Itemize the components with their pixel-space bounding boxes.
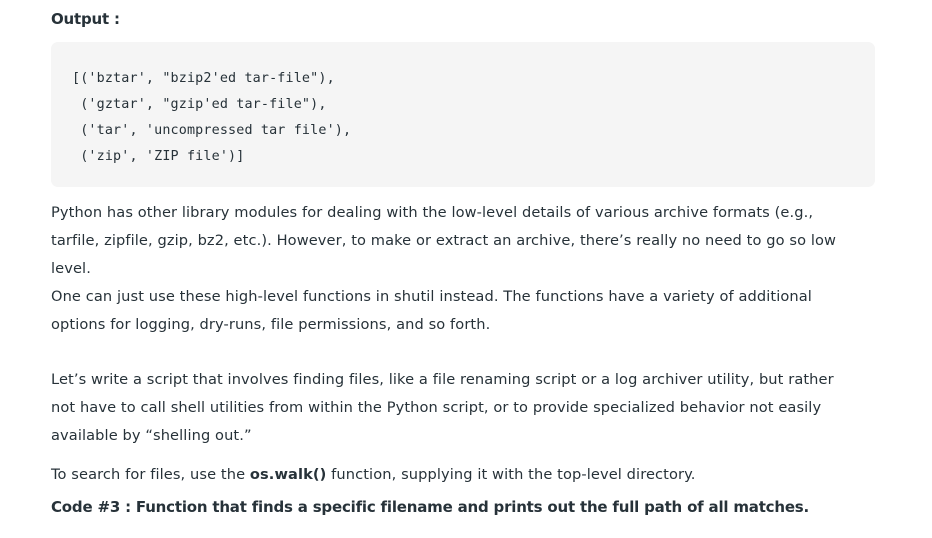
os-walk-suffix: function, supplying it with the top-leve… bbox=[326, 466, 696, 483]
code-line: [('bztar', "bzip2'ed tar-file"), bbox=[72, 71, 335, 86]
paragraph-line: Python has other library modules for dea… bbox=[51, 204, 814, 221]
paragraph-line: tarfile, zipfile, gzip, bz2, etc.). Howe… bbox=[51, 232, 837, 249]
paragraph-line: level. bbox=[51, 260, 91, 277]
paragraph-finding-files: Let’s write a script that involves findi… bbox=[51, 366, 875, 450]
paragraph-line: To search for files, use the os.walk() f… bbox=[51, 461, 875, 489]
paragraph-os-walk: To search for files, use the os.walk() f… bbox=[51, 461, 875, 489]
code-block: [('bztar', "bzip2'ed tar-file"), ('gztar… bbox=[51, 42, 875, 187]
os-walk-prefix: To search for files, use the bbox=[51, 466, 250, 483]
paragraph-archive-modules: Python has other library modules for dea… bbox=[51, 199, 875, 339]
os-walk-function-name: os.walk() bbox=[249, 466, 327, 483]
paragraph-line: options for logging, dry-runs, file perm… bbox=[51, 316, 491, 333]
paragraph-line: not have to call shell utilities from wi… bbox=[51, 399, 822, 416]
output-heading: Output : bbox=[51, 10, 120, 28]
paragraph-line: One can just use these high-level functi… bbox=[51, 288, 812, 305]
paragraph-line: available by “shelling out.” bbox=[51, 427, 252, 444]
code-line: ('zip', 'ZIP file')] bbox=[72, 149, 245, 164]
paragraph-line: Let’s write a script that involves findi… bbox=[51, 371, 834, 388]
code-line: ('gztar', "gzip'ed tar-file"), bbox=[72, 97, 327, 112]
code-line: ('tar', 'uncompressed tar file'), bbox=[72, 123, 352, 138]
code-heading: Code #3 : Function that finds a specific… bbox=[51, 498, 810, 516]
